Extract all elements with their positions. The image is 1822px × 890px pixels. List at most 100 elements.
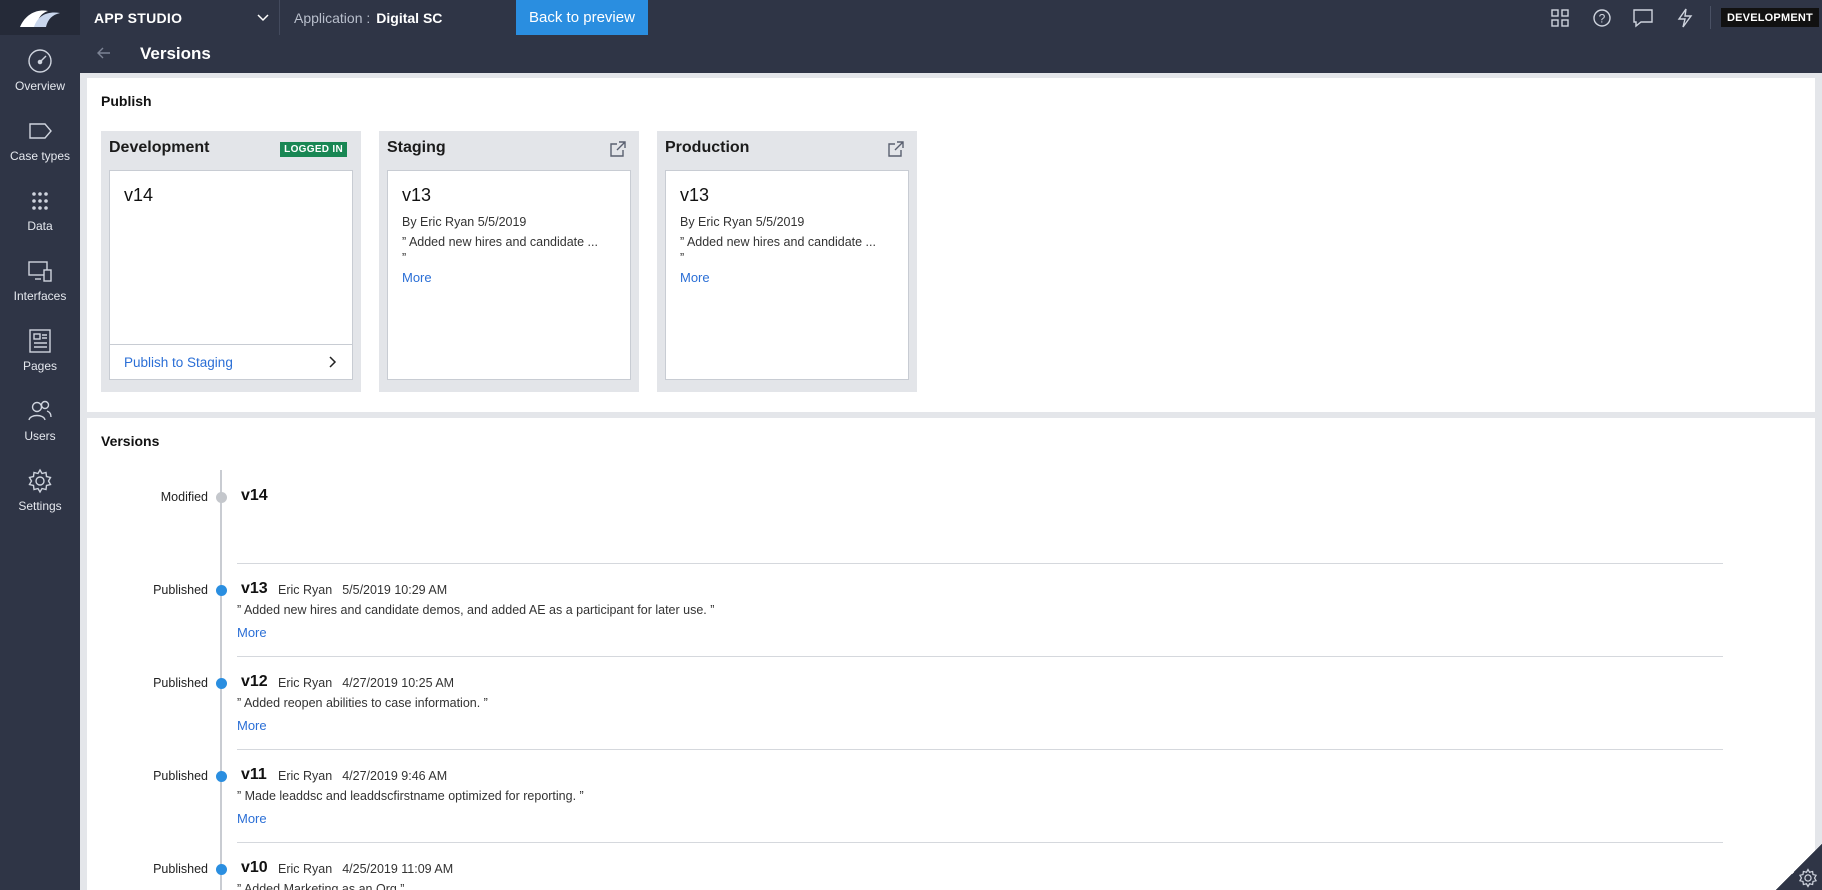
sidebar-item-label: Pages: [22, 359, 58, 373]
devices-icon: [28, 261, 52, 282]
version-note: ” Added reopen abilities to case informa…: [237, 696, 488, 710]
environment-note-line: ”: [680, 251, 685, 265]
application-key: Application :: [294, 9, 371, 26]
gauge-icon: [28, 49, 52, 73]
more-link[interactable]: More: [237, 718, 267, 733]
application-name: Digital SC: [376, 9, 443, 26]
version-date: 4/25/2019 11:09 AM: [342, 862, 454, 876]
app-logo[interactable]: [0, 0, 80, 35]
logged-in-badge: LOGGED IN: [280, 142, 347, 157]
topbar-divider: [1710, 6, 1711, 29]
version-meta: Eric Ryan 4/27/2019 9:46 AM: [278, 769, 447, 783]
top-bar: APP STUDIO Application : Digital SC Back…: [0, 0, 1822, 35]
environment-version: v13: [402, 185, 432, 205]
external-link-icon[interactable]: [887, 140, 905, 158]
environment-author: By Eric Ryan 5/5/2019: [402, 215, 527, 229]
chat-icon[interactable]: [1632, 7, 1654, 29]
external-link-icon[interactable]: [609, 140, 627, 158]
timeline-separator: [237, 563, 1723, 564]
sidebar-item-users[interactable]: Users: [0, 392, 80, 458]
gear-icon: [28, 468, 52, 494]
users-icon: [28, 400, 52, 421]
help-icon[interactable]: ?: [1591, 7, 1613, 29]
version-author: Eric Ryan: [278, 769, 333, 783]
sidebar-item-pages[interactable]: Pages: [0, 322, 80, 388]
publish-to-staging-link[interactable]: Publish to Staging: [124, 355, 233, 370]
environment-badge: DEVELOPMENT: [1721, 8, 1819, 27]
timeline-dot: [216, 864, 227, 875]
studio-label: APP STUDIO: [94, 9, 183, 26]
sidebar-item-settings[interactable]: Settings: [0, 462, 80, 528]
version-note: ” Added Marketing as an Org ”: [237, 882, 405, 890]
studio-switcher[interactable]: APP STUDIO: [80, 0, 280, 35]
page-icon: [29, 329, 51, 353]
publish-to-staging-row[interactable]: Publish to Staging: [110, 344, 352, 379]
timeline-separator: [237, 842, 1723, 843]
timeline-dot: [216, 678, 227, 689]
timeline-dot: [216, 492, 227, 503]
grid-icon[interactable]: [1549, 7, 1571, 29]
case-tag-icon: [29, 123, 52, 139]
environment-development: Development LOGGED IN v14 Publish to Sta…: [101, 131, 361, 392]
chevron-right-icon: [329, 356, 337, 368]
sidebar-item-label: Case types: [9, 149, 71, 163]
environment-card: v14 Publish to Staging: [109, 170, 353, 380]
sidebar-item-case-types[interactable]: Case types: [0, 112, 80, 178]
version-number[interactable]: v12: [241, 673, 268, 691]
environment-version: v13: [680, 185, 710, 205]
environment-card: v13 By Eric Ryan 5/5/2019 ” Added new hi…: [387, 170, 631, 380]
publish-panel: Publish Development LOGGED IN v14 Publis…: [87, 78, 1815, 412]
version-author: Eric Ryan: [278, 676, 333, 690]
versions-title: Versions: [101, 433, 160, 449]
environment-note-line: ”: [402, 251, 407, 265]
timeline-dot: [216, 585, 227, 596]
version-note: ” Made leaddsc and leaddscfirstname opti…: [237, 789, 584, 803]
environment-name: Production: [665, 139, 750, 156]
version-note: ” Added new hires and candidate demos, a…: [237, 603, 715, 617]
sidebar-item-interfaces[interactable]: Interfaces: [0, 252, 80, 318]
more-link[interactable]: More: [237, 625, 267, 640]
back-to-preview-button[interactable]: Back to preview: [516, 0, 648, 35]
sidebar-item-label: Users: [24, 429, 56, 443]
version-number[interactable]: v10: [241, 859, 268, 877]
svg-text:?: ?: [1599, 12, 1606, 26]
sidebar-item-label: Overview: [14, 79, 65, 93]
publish-title: Publish: [101, 93, 152, 109]
sidebar-item-label: Settings: [18, 499, 62, 513]
application-indicator: Application : Digital SC: [294, 0, 442, 35]
environment-version: v14: [124, 185, 154, 205]
sidebar-item-label: Data: [27, 219, 53, 233]
corner-settings[interactable]: [1776, 844, 1822, 890]
versions-panel: Versions: [87, 418, 1815, 890]
bolt-icon[interactable]: [1674, 7, 1696, 29]
version-author: Eric Ryan: [278, 583, 333, 597]
page-title: Versions: [140, 44, 211, 63]
version-number[interactable]: v11: [241, 766, 267, 784]
version-meta: Eric Ryan 5/5/2019 10:29 AM: [278, 583, 447, 597]
chevron-down-icon: [257, 14, 269, 22]
sidebar-item-data[interactable]: Data: [0, 182, 80, 248]
environment-staging: Staging v13 By Eric Ryan 5/5/2019 ” Adde…: [379, 131, 639, 392]
more-link[interactable]: More: [680, 270, 710, 285]
environment-name: Development: [109, 139, 210, 156]
left-sidebar: Overview Case types Data Interfaces Page…: [0, 35, 80, 890]
timeline-separator: [237, 656, 1723, 657]
version-status: Published: [153, 583, 208, 597]
version-date: 5/5/2019 10:29 AM: [342, 583, 448, 597]
back-arrow-icon[interactable]: [94, 43, 114, 63]
version-number[interactable]: v14: [241, 487, 268, 505]
version-author: Eric Ryan: [278, 862, 333, 876]
more-link[interactable]: More: [237, 811, 267, 826]
more-link[interactable]: More: [402, 270, 432, 285]
environment-name: Staging: [387, 139, 446, 156]
version-number[interactable]: v13: [241, 580, 268, 598]
environment-card: v13 By Eric Ryan 5/5/2019 ” Added new hi…: [665, 170, 909, 380]
environment-production: Production v13 By Eric Ryan 5/5/2019 ” A…: [657, 131, 917, 392]
version-date: 4/27/2019 9:46 AM: [342, 769, 448, 783]
version-status: Published: [153, 676, 208, 690]
version-meta: Eric Ryan 4/25/2019 11:09 AM: [278, 862, 453, 876]
sidebar-item-overview[interactable]: Overview: [0, 42, 80, 108]
dots-grid-icon: [32, 192, 48, 210]
environment-note-line: ” Added new hires and candidate ...: [402, 235, 598, 249]
version-status: Published: [153, 862, 208, 876]
